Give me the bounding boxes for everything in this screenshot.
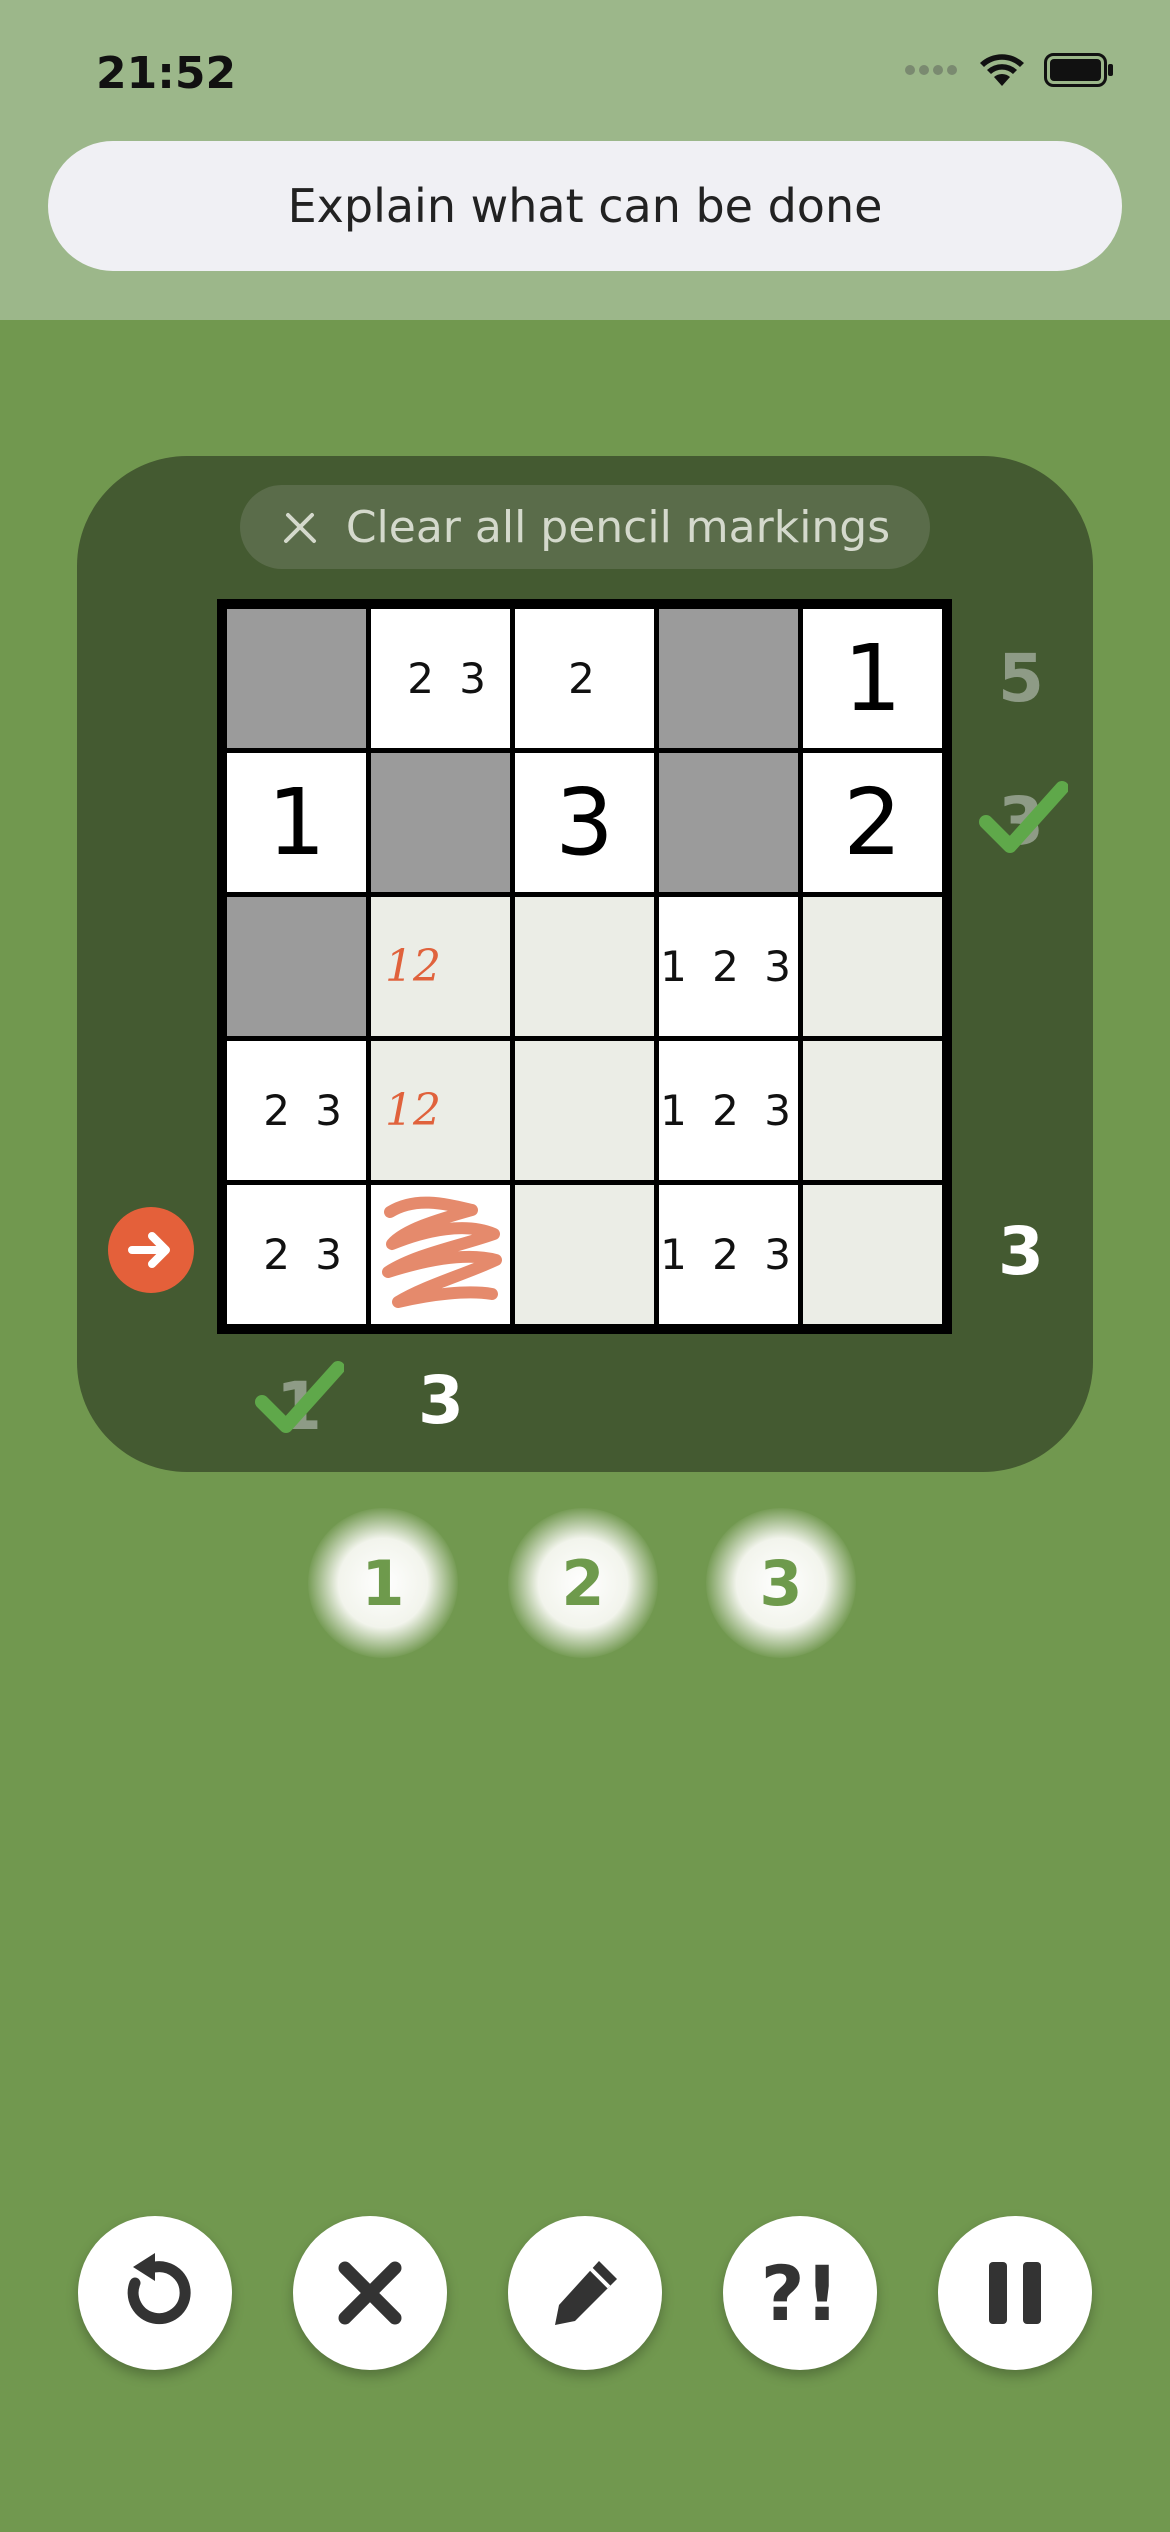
pencil-marks: 2	[568, 654, 601, 703]
grid-cell-r4c2[interactable]: 12	[371, 1041, 510, 1180]
grid-cell-r4c1[interactable]: 2 3	[227, 1041, 366, 1180]
hint-label: ?!	[760, 2248, 840, 2338]
close-icon	[338, 2261, 402, 2325]
cell-digit: 1	[267, 769, 326, 876]
grid-cell-r2c2[interactable]	[371, 753, 510, 892]
cell-digit: 2	[843, 769, 902, 876]
number-button-3[interactable]: 3	[706, 1508, 856, 1658]
undo-icon	[127, 2253, 191, 2325]
explain-button[interactable]: Explain what can be done	[48, 141, 1122, 271]
cell-digit: 3	[555, 769, 614, 876]
cellular-signal-icon	[905, 65, 957, 75]
grid-cell-r5c4[interactable]: 1 2 3	[659, 1185, 798, 1324]
grid-cell-r1c2[interactable]: 2 3	[371, 609, 510, 748]
undo-button[interactable]	[78, 2216, 232, 2370]
check-icon	[979, 781, 1068, 853]
status-time: 21:52	[96, 48, 237, 99]
pencil-marks: 1 2 3	[660, 1230, 797, 1279]
grid-cell-r5c1[interactable]: 2 3	[227, 1185, 366, 1324]
grid-cell-r3c3[interactable]	[515, 897, 654, 1036]
wifi-icon	[980, 54, 1024, 86]
clear-button-label: Clear all pencil markings	[345, 501, 891, 553]
grid-cell-r4c5[interactable]	[803, 1041, 942, 1180]
pencil-marks: 1 2 3	[660, 1086, 797, 1135]
grid-cell-r3c2[interactable]: 12	[371, 897, 510, 1036]
row-clue-5: 3	[998, 1213, 1044, 1290]
scribble-mark	[381, 1196, 502, 1308]
clear-pencil-markings-button[interactable]: Clear all pencil markings	[240, 485, 930, 569]
pencil-icon	[555, 2261, 617, 2325]
grid-cell-r2c1[interactable]: 1	[227, 753, 366, 892]
number-button-2[interactable]: 2	[508, 1508, 658, 1658]
grid-cell-r1c3[interactable]: 2	[515, 609, 654, 748]
grid-cell-r4c4[interactable]: 1 2 3	[659, 1041, 798, 1180]
grid-cell-r2c3[interactable]: 3	[515, 753, 654, 892]
pencil-marks: 2 3	[263, 1086, 348, 1135]
grid-cell-r5c3[interactable]	[515, 1185, 654, 1324]
erase-button[interactable]	[293, 2216, 447, 2370]
check-icon	[255, 1361, 344, 1433]
pencil-marks: 2 3	[263, 1230, 348, 1279]
grid-cell-r2c5[interactable]: 2	[803, 753, 942, 892]
grid-cell-r3c4[interactable]: 1 2 3	[659, 897, 798, 1036]
grid-cell-r2c4[interactable]	[659, 753, 798, 892]
grid-cell-r1c4[interactable]	[659, 609, 798, 748]
grid-cell-r5c5[interactable]	[803, 1185, 942, 1324]
column-clue-2: 3	[418, 1362, 464, 1439]
grid-cell-r3c1[interactable]	[227, 897, 366, 1036]
row-pointer-arrow-button[interactable]	[108, 1207, 194, 1293]
pencil-marks-red: 12	[385, 1085, 441, 1136]
pencil-mode-button[interactable]	[508, 2216, 662, 2370]
pause-icon	[989, 2262, 1041, 2324]
arrow-right-icon	[128, 1232, 170, 1268]
battery-icon	[1044, 53, 1113, 87]
hint-button[interactable]: ?!	[723, 2216, 877, 2370]
pause-button[interactable]	[938, 2216, 1092, 2370]
grid-cell-r5c2[interactable]	[371, 1185, 510, 1324]
status-icons	[904, 52, 1114, 88]
pencil-marks-red: 12	[385, 941, 441, 992]
puzzle-grid: 2 3 2 1 1 3 2 12 1 2 3 2 3 12 1 2 3 2 3 …	[217, 599, 952, 1334]
grid-cell-r1c5[interactable]: 1	[803, 609, 942, 748]
row-clue-1: 5	[998, 640, 1044, 717]
number-button-1[interactable]: 1	[308, 1508, 458, 1658]
pencil-marks: 1 2 3	[660, 942, 797, 991]
grid-cell-r1c1[interactable]	[227, 609, 366, 748]
pencil-marks: 2 3	[407, 654, 492, 703]
cell-digit: 1	[843, 625, 902, 732]
grid-cell-r3c5[interactable]	[803, 897, 942, 1036]
pencil-off-icon	[283, 513, 316, 543]
grid-cell-r4c3[interactable]	[515, 1041, 654, 1180]
